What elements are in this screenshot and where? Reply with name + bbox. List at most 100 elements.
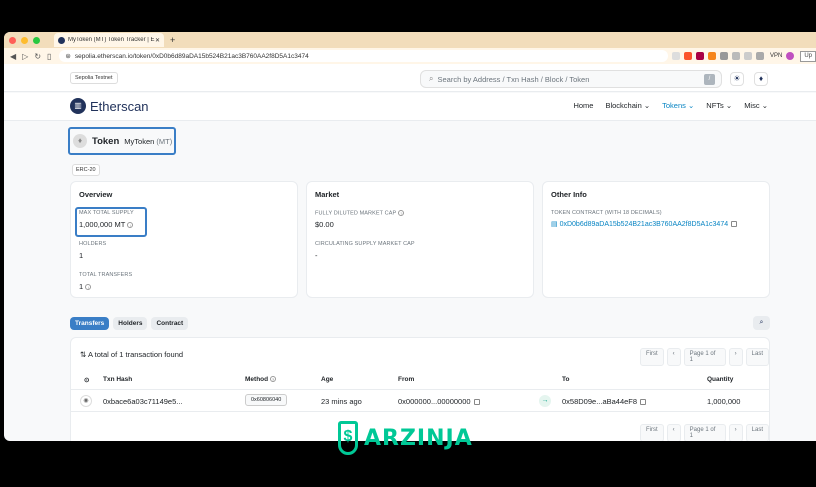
nav-tokens[interactable]: Tokens ⌄: [662, 101, 694, 110]
rewards-icon[interactable]: [695, 52, 704, 60]
site-info-icon[interactable]: ⊜: [65, 52, 70, 60]
txn-hash-link[interactable]: 0xbace6a03c71149e5...: [103, 397, 183, 406]
market-title: Market: [315, 190, 340, 199]
bookmark-icon[interactable]: ▯: [47, 52, 51, 61]
other-info-title: Other Info: [551, 190, 587, 199]
token-symbol: (MT): [156, 136, 173, 146]
transaction-count-text: A total of 1 transaction found: [87, 350, 184, 359]
nav-misc[interactable]: Misc ⌄: [744, 101, 768, 110]
info-icon[interactable]: i: [85, 284, 92, 291]
transfers-label: TOTAL TRANSFERS: [79, 272, 133, 278]
page-prev-button[interactable]: ‹: [666, 424, 681, 441]
page-first-button[interactable]: First: [640, 424, 664, 441]
from-address-link[interactable]: 0x000000...00000000: [398, 397, 480, 406]
extension-icon[interactable]: [719, 52, 728, 60]
tab-transfers[interactable]: Transfers: [70, 317, 110, 330]
info-icon[interactable]: ?: [270, 376, 277, 383]
quantity-value: 1,000,000: [707, 397, 741, 406]
holders-value: 1: [79, 251, 84, 260]
network-badge: Sepolia Testnet: [70, 72, 118, 84]
page-prev-button[interactable]: ‹: [666, 348, 681, 366]
copy-icon[interactable]: [473, 399, 480, 406]
tab-contract[interactable]: Contract: [151, 317, 189, 330]
forward-icon[interactable]: ▷: [22, 52, 28, 61]
search-input[interactable]: ⌕ Search by Address / Txn Hash / Block /…: [420, 70, 722, 88]
search-icon: ⌕: [429, 74, 434, 83]
max-supply-text: 1,000,000 MT: [79, 220, 126, 229]
details-header-icon: ⊙: [84, 377, 90, 384]
metamask-icon[interactable]: [707, 52, 716, 60]
brave-shield-icon[interactable]: [683, 52, 692, 60]
csmc-value: -: [315, 251, 318, 260]
col-method-label: Method: [245, 376, 269, 383]
page-indicator: Page 1 of 1: [683, 424, 726, 441]
token-name-text: MyToken: [124, 136, 155, 146]
age-value: 23 mins ago: [321, 397, 362, 406]
etherscan-logo[interactable]: ▥ Etherscan: [70, 98, 149, 114]
extension-icon-2[interactable]: [731, 52, 740, 60]
sidebar-icon[interactable]: [743, 52, 752, 60]
theme-toggle-icon[interactable]: ☀: [730, 72, 744, 86]
arrow-right-icon: →: [539, 395, 551, 407]
to-address-link[interactable]: 0x58D09e...aBa44eF8: [562, 397, 647, 406]
profile-avatar-icon[interactable]: [786, 52, 795, 60]
page-next-button[interactable]: ›: [728, 424, 743, 441]
col-age[interactable]: Age: [321, 376, 333, 383]
browser-window: MyToken (MT) Token Tracker | E ✕ + ◀ ▷ ↻…: [4, 32, 816, 441]
etherscan-favicon-icon: [58, 36, 65, 44]
page-first-button[interactable]: First: [640, 348, 664, 366]
copy-icon[interactable]: [731, 221, 738, 228]
vpn-button[interactable]: VPN: [770, 53, 782, 59]
other-info-card: Other Info TOKEN CONTRACT (WITH 18 DECIM…: [542, 181, 770, 298]
filter-search-icon[interactable]: ⌕: [753, 316, 770, 330]
tab-holders[interactable]: Holders: [113, 317, 148, 330]
back-icon[interactable]: ◀: [10, 52, 16, 61]
reload-icon[interactable]: ↻: [34, 52, 41, 61]
new-tab-button[interactable]: +: [170, 35, 175, 45]
chevron-down-icon: ⌄: [725, 101, 733, 110]
col-from: From: [398, 376, 415, 383]
maximize-window-dot[interactable]: [33, 36, 40, 44]
col-txn-hash: Txn Hash: [103, 376, 133, 383]
nav-nfts[interactable]: NFTs ⌄: [706, 101, 732, 110]
info-icon[interactable]: i: [127, 222, 134, 229]
fdmc-value: $0.00: [315, 220, 334, 229]
url-field[interactable]: ⊜ sepolia.etherscan.io/token/0xD0b6d89aD…: [59, 50, 668, 62]
from-address-text: 0x000000...00000000: [398, 397, 471, 406]
nav-home[interactable]: Home: [573, 101, 593, 110]
page-last-button[interactable]: Last: [745, 424, 769, 441]
contract-label: TOKEN CONTRACT (WITH 18 DECIMALS): [551, 210, 662, 216]
copy-icon[interactable]: [640, 399, 647, 406]
col-quantity: Quantity: [707, 376, 734, 383]
slash-shortcut-badge: /: [704, 74, 715, 85]
fdmc-label-text: FULLY DILUTED MARKET CAP: [315, 210, 397, 217]
wallet-icon[interactable]: [755, 52, 764, 60]
page-next-button[interactable]: ›: [728, 348, 743, 366]
browser-tab[interactable]: MyToken (MT) Token Tracker | E ✕: [54, 33, 164, 47]
fdmc-label: FULLY DILUTED MARKET CAP?: [315, 210, 405, 217]
overview-title: Overview: [79, 190, 113, 199]
ethereum-icon[interactable]: ♦: [754, 72, 768, 86]
contract-link[interactable]: ▤ 0xD0b6d89aDA15b524B21ac3B760AA2f8D5A1c…: [551, 220, 738, 228]
close-window-dot[interactable]: [9, 36, 16, 44]
page-last-button[interactable]: Last: [745, 348, 769, 366]
tab-title: MyToken (MT) Token Tracker | E: [68, 37, 155, 43]
table-row: ◉ 0xbace6a03c71149e5... 0x60806040 23 mi…: [71, 389, 769, 412]
arzinja-watermark: $ ARZINJA: [338, 421, 473, 455]
sort-icon[interactable]: ⇅: [80, 350, 86, 359]
page-indicator: Page 1 of 1: [683, 348, 726, 366]
chevron-down-icon: ⌄: [761, 101, 768, 110]
url-text: sepolia.etherscan.io/token/0xD0b6d89aDA1…: [74, 52, 309, 60]
pagination-top: First ‹ Page 1 of 1 › Last: [637, 348, 769, 366]
nav-blockchain-label: Blockchain: [605, 101, 642, 110]
to-address-text: 0x58D09e...aBa44eF8: [562, 397, 638, 406]
update-button[interactable]: Up: [800, 50, 816, 62]
eye-icon[interactable]: ◉: [80, 395, 92, 407]
nav-blockchain[interactable]: Blockchain ⌄: [605, 101, 650, 110]
info-icon[interactable]: ?: [398, 210, 405, 216]
share-icon[interactable]: [671, 52, 680, 60]
tab-close-icon[interactable]: ✕: [155, 37, 160, 44]
token-name: MyToken (MT): [124, 137, 172, 146]
minimize-window-dot[interactable]: [21, 36, 28, 44]
max-supply-label: MAX TOTAL SUPPLY: [79, 210, 134, 216]
